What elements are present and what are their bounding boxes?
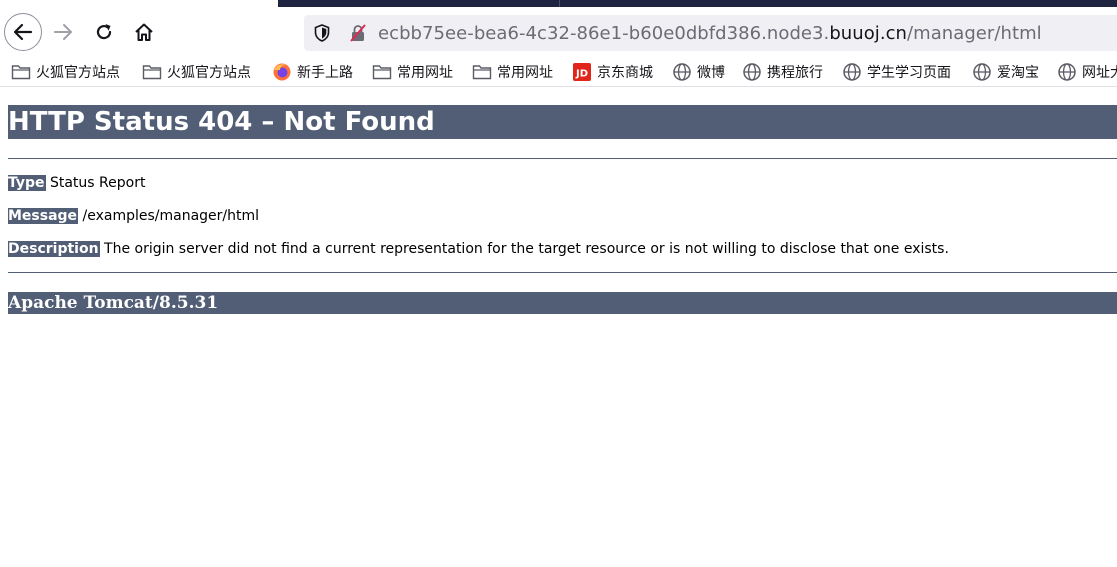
message-label: Message	[8, 208, 79, 224]
bookmark-label: 新手上路	[297, 65, 353, 81]
url-bar[interactable]: ecbb75ee-bea6-4c32-86e1-b60e0dbfd386.nod…	[304, 15, 1117, 51]
jd-icon: JD	[572, 63, 592, 81]
arrow-right-icon	[54, 24, 72, 40]
bookmark-label: 常用网址	[497, 65, 553, 81]
type-value: Status Report	[45, 175, 146, 191]
back-button[interactable]	[4, 13, 42, 51]
home-button[interactable]	[126, 14, 162, 50]
bookmark-label: 携程旅行	[767, 65, 823, 81]
reload-button[interactable]	[86, 14, 122, 50]
bookmark-item[interactable]: 携程旅行	[742, 60, 823, 84]
tab-bar-background	[278, 0, 1117, 7]
url-domain: buuoj.cn	[829, 23, 908, 44]
url-path: /manager/html	[907, 23, 1042, 44]
url-prefix: ecbb75ee-bea6-4c32-86e1-b60e0dbfd386.nod…	[378, 23, 830, 44]
folder-icon	[472, 63, 492, 81]
reload-icon	[96, 24, 112, 40]
bookmark-label: 学生学习页面	[867, 65, 951, 81]
folder-icon	[11, 63, 31, 81]
message-value: /examples/manager/html	[78, 208, 260, 224]
bookmark-item[interactable]: 常用网址	[472, 60, 553, 84]
description-label: Description	[8, 241, 100, 257]
url-text[interactable]: ecbb75ee-bea6-4c32-86e1-b60e0dbfd386.nod…	[378, 23, 1042, 44]
bookmark-label: 网址大	[1082, 65, 1117, 81]
bookmark-label: 火狐官方站点	[167, 65, 251, 81]
bookmark-label: 微博	[697, 65, 725, 81]
bookmarks-toolbar: 火狐官方站点 火狐官方站点 新手上路 常用网址 常用网址 JD 京东商城 微博 …	[0, 58, 1117, 87]
bookmark-item[interactable]: 火狐官方站点	[11, 60, 120, 84]
folder-icon	[372, 63, 392, 81]
globe-icon	[972, 63, 992, 81]
tracking-protection-shield-icon[interactable]	[312, 23, 332, 47]
bookmark-label: 常用网址	[397, 65, 453, 81]
firefox-icon	[272, 63, 292, 81]
bookmark-label: 京东商城	[597, 65, 653, 81]
bookmark-item[interactable]: 微博	[672, 60, 725, 84]
description-value: The origin server did not find a current…	[99, 241, 949, 257]
insecure-lock-icon[interactable]	[348, 23, 368, 47]
type-row: Type Status Report	[8, 174, 145, 193]
bookmark-label: 爱淘宝	[997, 65, 1039, 81]
arrow-left-icon	[13, 23, 33, 41]
tab-separator	[559, 0, 560, 7]
globe-icon	[842, 63, 862, 81]
bookmark-item[interactable]: 火狐官方站点	[142, 60, 251, 84]
home-icon	[135, 23, 153, 41]
tab-strip	[0, 0, 1117, 8]
description-row: Description The origin server did not fi…	[8, 240, 949, 259]
bookmark-item[interactable]: 学生学习页面	[842, 60, 951, 84]
globe-icon	[1057, 63, 1077, 81]
bookmark-item[interactable]: JD 京东商城	[572, 60, 653, 84]
message-row: Message /examples/manager/html	[8, 207, 259, 226]
bookmark-label: 火狐官方站点	[36, 65, 120, 81]
navigation-toolbar: ecbb75ee-bea6-4c32-86e1-b60e0dbfd386.nod…	[0, 8, 1117, 58]
bookmark-item[interactable]: 新手上路	[272, 60, 353, 84]
page-content: HTTP Status 404 – Not Found Type Status …	[0, 87, 1117, 567]
bookmark-item[interactable]: 爱淘宝	[972, 60, 1039, 84]
page-title: HTTP Status 404 – Not Found	[8, 105, 1117, 139]
globe-icon	[742, 63, 762, 81]
svg-text:JD: JD	[575, 69, 588, 80]
folder-icon	[142, 63, 162, 81]
bookmark-item[interactable]: 常用网址	[372, 60, 453, 84]
bookmark-item[interactable]: 网址大	[1057, 60, 1117, 84]
type-label: Type	[8, 175, 46, 191]
divider	[8, 272, 1117, 273]
server-footer: Apache Tomcat/8.5.31	[8, 292, 1117, 314]
globe-icon	[672, 63, 692, 81]
divider	[8, 158, 1117, 159]
forward-button[interactable]	[45, 14, 81, 50]
